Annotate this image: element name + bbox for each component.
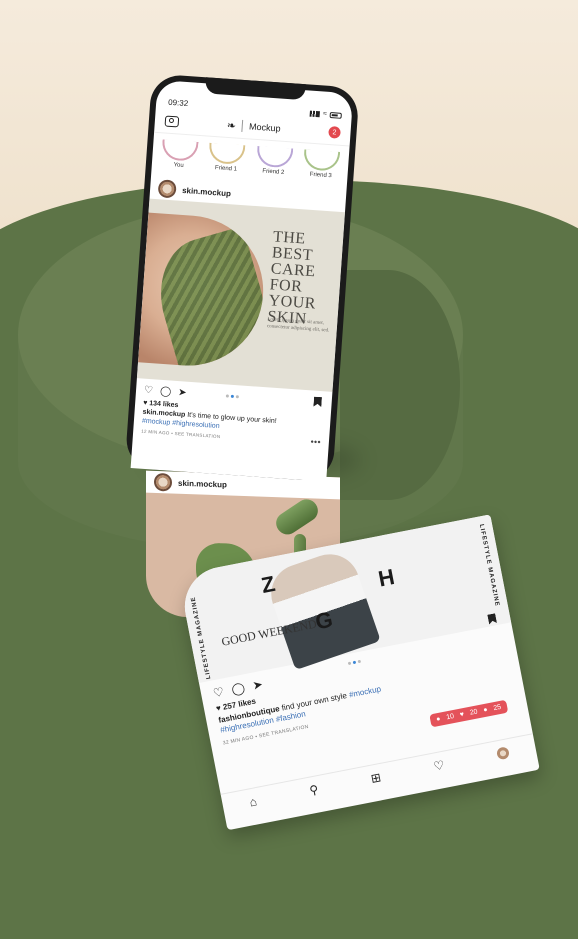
letter-h: H: [376, 564, 397, 592]
signal-icon: [309, 110, 321, 117]
phone: 09:32 ≈ ❧ Mockup 2 You Friend 1 Friend 2…: [124, 73, 360, 483]
heart-icon[interactable]: ♡: [212, 685, 225, 701]
carousel-dots: [347, 659, 362, 666]
battery-icon: [329, 111, 342, 119]
story-you[interactable]: You: [157, 139, 201, 176]
brand: ❧ Mockup: [226, 118, 281, 135]
add-post-icon[interactable]: ⊞: [370, 770, 383, 786]
carousel-dots: [225, 394, 239, 399]
post1-username[interactable]: skin.mockup: [182, 185, 231, 197]
heart-icon[interactable]: ♡: [144, 385, 154, 397]
heart-icon[interactable]: ♡: [432, 758, 445, 774]
home-icon[interactable]: ⌂: [248, 794, 258, 809]
skincare-face-image: [136, 211, 269, 371]
story-label: Friend 2: [262, 168, 285, 176]
share-icon[interactable]: ➤: [251, 677, 264, 693]
comment-icon: ●: [482, 706, 489, 715]
heart-icon: ♥: [459, 711, 465, 719]
story-label: You: [173, 162, 184, 169]
story-friend-3[interactable]: Friend 3: [299, 149, 343, 186]
avatar[interactable]: [157, 179, 177, 199]
letter-z: Z: [259, 570, 278, 599]
camera-icon[interactable]: [164, 115, 180, 127]
bookmark-icon[interactable]: [313, 397, 322, 408]
story-friend-1[interactable]: Friend 1: [205, 142, 249, 180]
post2-username[interactable]: skin.mockup: [178, 478, 227, 489]
notification-badge[interactable]: 2: [328, 125, 341, 139]
comment-icon[interactable]: ◯: [230, 680, 246, 696]
search-icon[interactable]: ⚲: [308, 782, 319, 797]
brand-logo-icon: ❧: [226, 119, 237, 132]
like-count: 20: [469, 708, 479, 717]
comment-count: 25: [492, 703, 502, 713]
story-friend-2[interactable]: Friend 2: [252, 146, 296, 183]
follower-icon: ●: [435, 715, 442, 724]
story-label: Friend 1: [214, 165, 238, 173]
follower-count: 10: [445, 712, 455, 722]
post1-headline: THE BEST CARE FOR YOUR SKIN: [266, 228, 317, 328]
scene: skin.mockup LIFESTYLE MAGAZINE LIFESTYLE…: [0, 0, 578, 939]
story-label: Friend 3: [309, 171, 332, 180]
wifi-icon: ≈: [322, 110, 328, 118]
more-options-icon[interactable]: •••: [310, 436, 321, 447]
app-name: Mockup: [248, 121, 281, 134]
profile-icon[interactable]: [495, 746, 511, 761]
comment-icon[interactable]: ◯: [160, 386, 172, 398]
status-time: 09:32: [167, 97, 189, 109]
share-icon[interactable]: ➤: [178, 387, 187, 399]
phone-screen: 09:32 ≈ ❧ Mockup 2 You Friend 1 Friend 2…: [130, 79, 354, 482]
post1-image[interactable]: THE BEST CARE FOR YOUR SKIN Lorem ipsum …: [136, 198, 345, 392]
avatar[interactable]: [154, 472, 172, 492]
